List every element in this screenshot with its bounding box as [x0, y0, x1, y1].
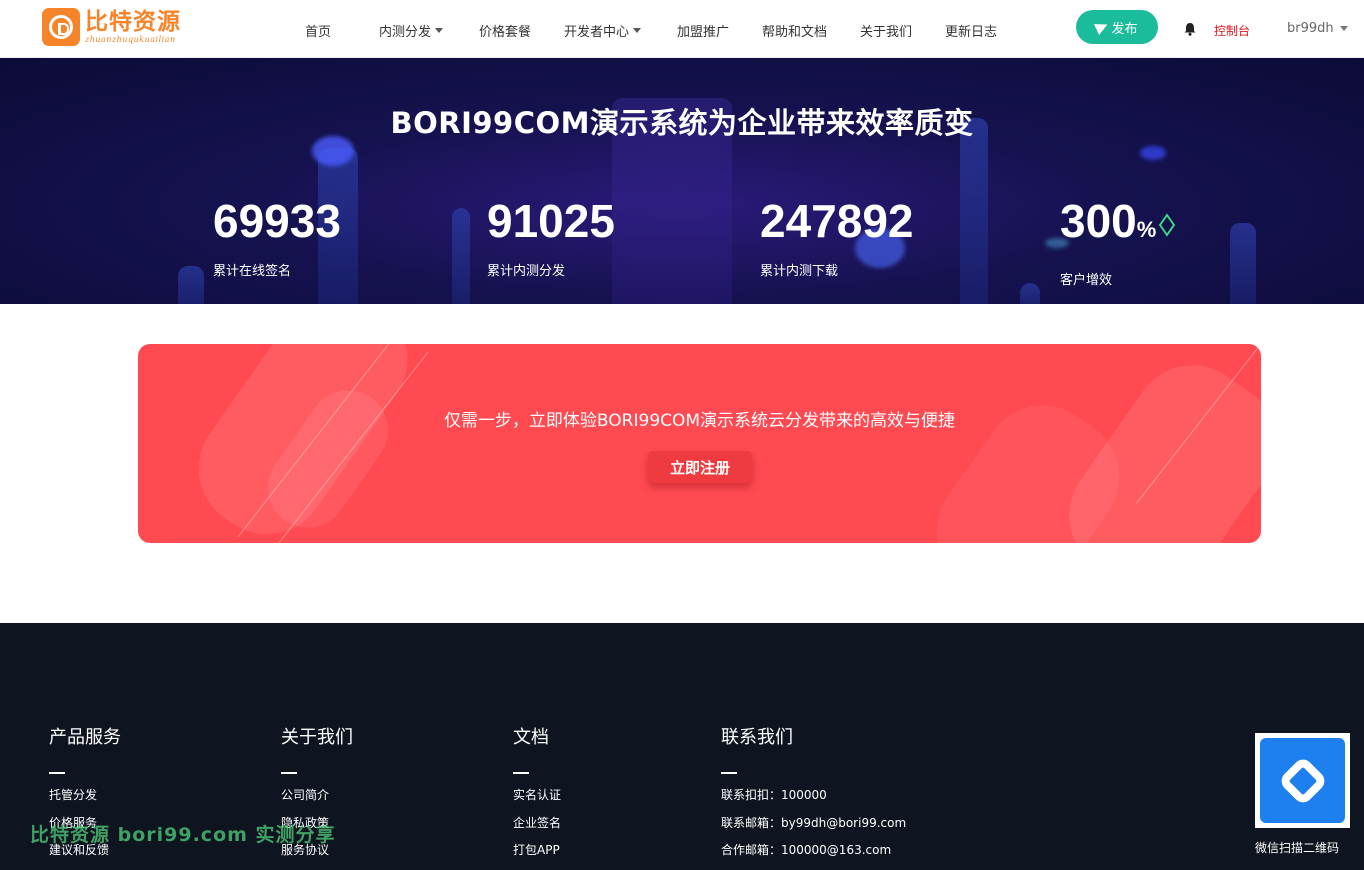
footer-contact-qq: 联系扣扣：100000 — [721, 788, 827, 802]
app-logo-icon — [1277, 755, 1328, 806]
footer-divider — [281, 772, 297, 774]
nav-developer-center[interactable]: 开发者中心 — [564, 21, 642, 40]
stat-customer-efficiency: 300% 客户增效 — [1060, 196, 1176, 288]
footer-col-title: 联系我们 — [721, 727, 793, 748]
paper-plane-icon — [1094, 19, 1111, 35]
stat-label: 累计在线签名 — [213, 264, 292, 279]
footer-col-title: 产品服务 — [49, 727, 121, 748]
footer-divider — [49, 772, 65, 774]
stat-value: 247892 — [760, 195, 914, 247]
footer-link[interactable]: 打包APP — [513, 841, 560, 858]
stat-unit: % — [1136, 217, 1157, 242]
caret-down-icon — [435, 28, 444, 33]
nav-about[interactable]: 关于我们 — [860, 21, 912, 40]
footer-contact-email[interactable]: 联系邮箱：by99dh@bori99.com — [721, 814, 906, 831]
footer-col-title: 文档 — [513, 727, 549, 748]
logo-icon — [42, 8, 80, 46]
stat-beta-downloads: 247892 累计内测下载 — [760, 196, 914, 279]
wechat-qr-code — [1255, 733, 1350, 828]
console-link[interactable]: 控制台 — [1214, 22, 1250, 39]
footer-col-contact: 联系我们 — [721, 723, 793, 774]
caret-down-icon — [633, 28, 642, 33]
qr-caption: 微信扫描二维码 — [1255, 841, 1340, 855]
cta-text: 仅需一步，立即体验BORI99COM演示系统云分发带来的高效与便捷 — [443, 411, 956, 431]
stat-label: 累计内测分发 — [487, 264, 566, 279]
footer-link[interactable]: 实名认证 — [513, 786, 561, 803]
hero-banner: BORI99COM演示系统为企业带来效率质变 69933 累计在线签名 9102… — [0, 58, 1364, 304]
stat-value: 69933 — [213, 195, 341, 247]
nav-beta-distribution[interactable]: 内测分发 — [379, 21, 444, 40]
user-menu[interactable]: br99dh — [1287, 21, 1348, 36]
nav-pricing[interactable]: 价格套餐 — [479, 21, 531, 40]
cube-icon — [1159, 213, 1176, 237]
nav-changelog[interactable]: 更新日志 — [945, 21, 997, 40]
stat-value: 300% — [1060, 196, 1176, 255]
footer-business-email[interactable]: 合作邮箱：100000@163.com — [721, 841, 891, 858]
bell-icon[interactable] — [1183, 22, 1197, 36]
footer-link[interactable]: 企业签名 — [513, 814, 561, 831]
footer-divider — [721, 772, 737, 774]
nav-home[interactable]: 首页 — [305, 21, 331, 40]
footer-col-docs: 文档 — [513, 723, 549, 774]
footer-link[interactable]: 公司简介 — [281, 786, 329, 803]
logo-subtitle: zhuanzhuqukuailian — [85, 35, 176, 44]
footer-col-products: 产品服务 — [49, 723, 121, 774]
stat-online-signatures: 69933 累计在线签名 — [213, 196, 341, 279]
footer-col-title: 关于我们 — [281, 727, 353, 748]
publish-button[interactable]: 发布 — [1076, 10, 1158, 44]
site-header: 比特资源 zhuanzhuqukuailian 首页 内测分发 价格套餐 开发者… — [0, 0, 1364, 58]
footer-link[interactable]: 托管分发 — [49, 786, 97, 803]
logo-title: 比特资源 — [85, 9, 181, 35]
watermark-text: 比特资源 bori99.com 实测分享 — [30, 824, 336, 846]
stat-label: 客户增效 — [1060, 273, 1113, 288]
stat-value: 91025 — [487, 195, 615, 247]
stat-beta-distribution: 91025 累计内测分发 — [487, 196, 615, 279]
register-button[interactable]: 立即注册 — [648, 451, 752, 483]
nav-help-docs[interactable]: 帮助和文档 — [762, 21, 827, 40]
nav-franchise[interactable]: 加盟推广 — [677, 21, 729, 40]
site-logo[interactable]: 比特资源 zhuanzhuqukuailian — [42, 8, 181, 46]
caret-down-icon — [1339, 26, 1348, 31]
signup-cta-banner: 仅需一步，立即体验BORI99COM演示系统云分发带来的高效与便捷 立即注册 — [138, 344, 1261, 543]
footer-col-about: 关于我们 — [281, 723, 353, 774]
hero-title: BORI99COM演示系统为企业带来效率质变 — [390, 106, 974, 140]
stat-label: 累计内测下载 — [760, 264, 839, 279]
footer-divider — [513, 772, 529, 774]
username: br99dh — [1287, 21, 1334, 36]
